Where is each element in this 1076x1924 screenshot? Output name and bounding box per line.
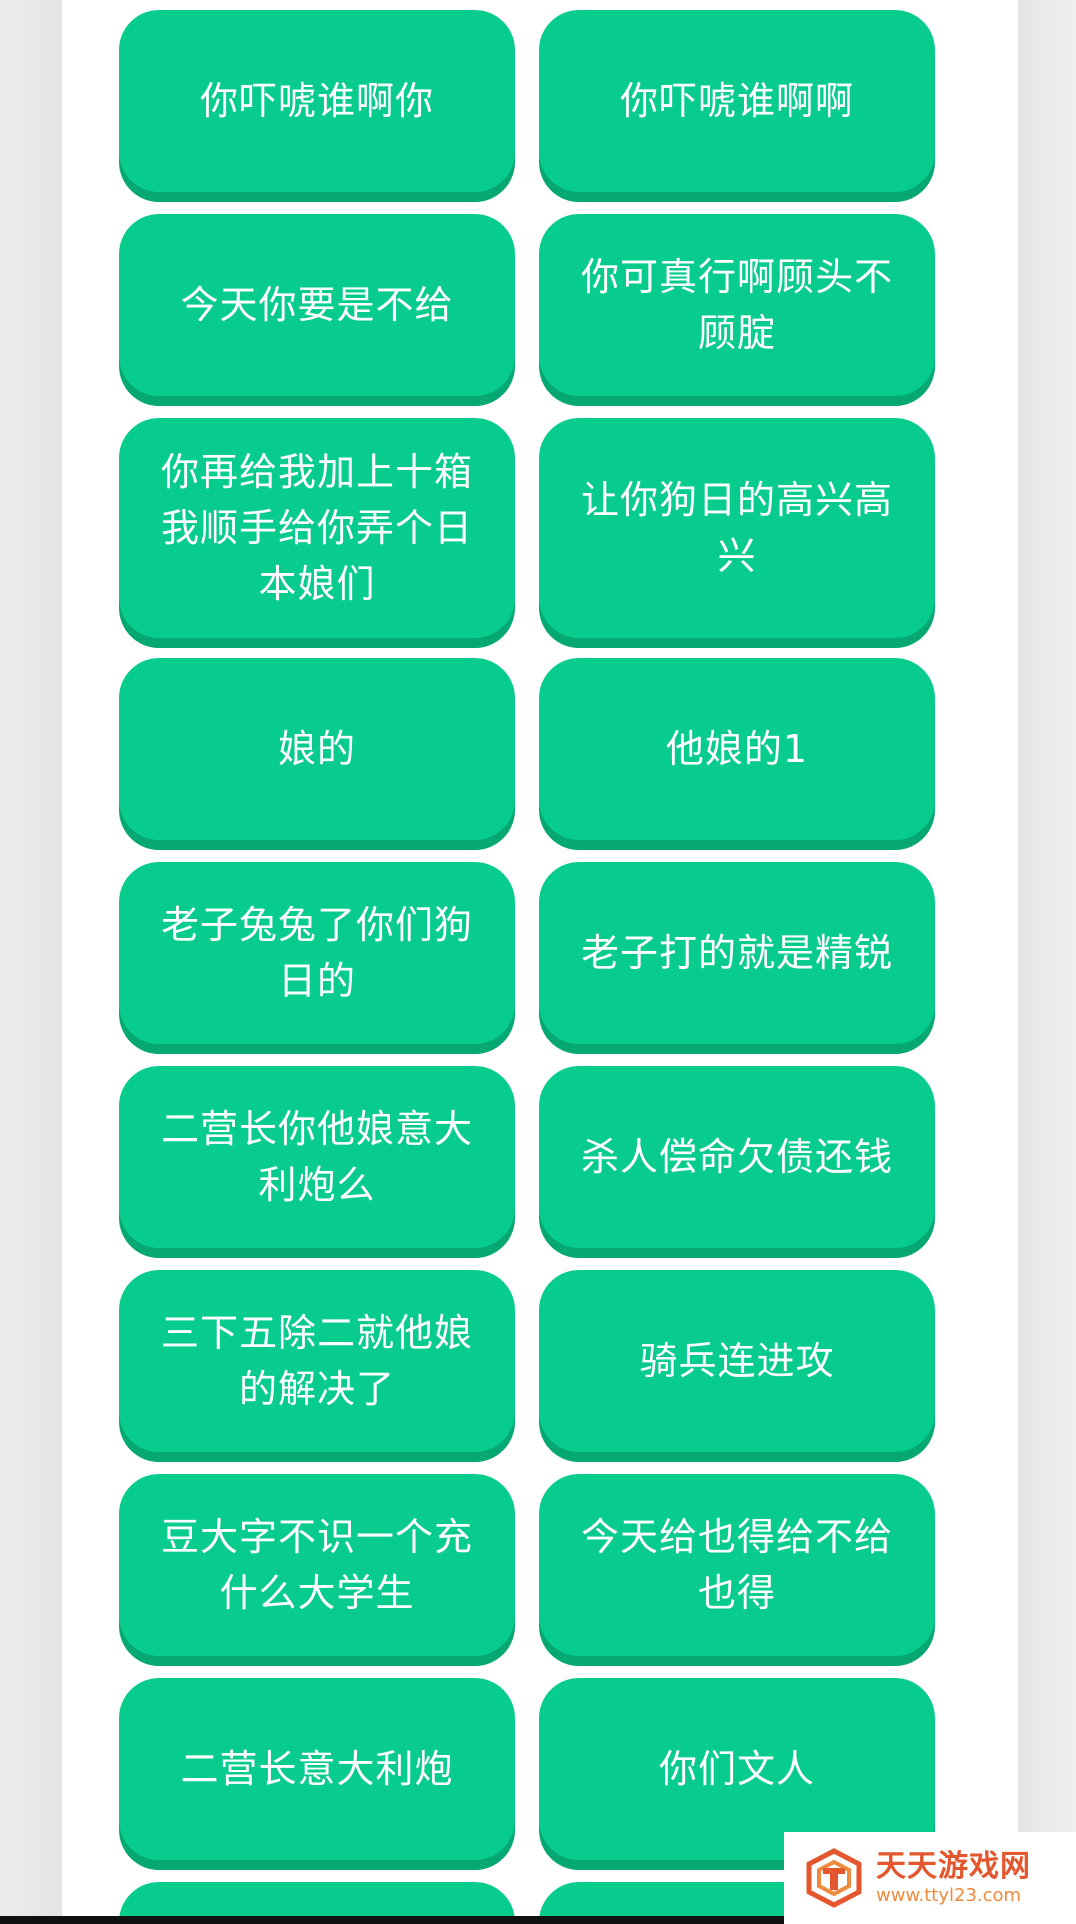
right-margin [1018,0,1076,1924]
sound-button[interactable]: 让你狗日的高兴高兴 [539,418,935,638]
sound-button-label: 娘的 [277,727,356,771]
sound-button[interactable]: 今天你要是不给 [119,214,515,396]
sound-button[interactable]: 你吓唬谁啊啊 [539,10,935,192]
sound-button[interactable]: 三下五除二就他娘的解决了 [119,1270,515,1452]
sound-button-label: 老子打的就是精锐 [580,931,893,975]
sound-button-label: 老子兔兔了你们狗日的 [160,903,473,1003]
sound-button[interactable]: 今天给也得给不给也得 [539,1474,935,1656]
sound-button-label: 今天你要是不给 [180,283,454,327]
sound-button-label: 三下五除二就他娘的解决了 [160,1311,473,1411]
sound-button[interactable]: 骑兵连进攻 [539,1270,935,1452]
sound-button-label: 骑兵连进攻 [639,1339,835,1383]
left-margin [0,0,62,1924]
watermark: 天天游戏网 www.ttyl23.com [784,1832,1076,1924]
sound-button-label: 二营长意大利炮 [180,1747,454,1791]
sound-button-label: 你吓唬谁啊啊 [619,79,854,123]
sound-button-label: 你吓唬谁啊你 [199,79,434,123]
sound-button-label: 豆大字不识一个充什么大学生 [160,1515,473,1615]
sound-button-label: 让你狗日的高兴高兴 [580,478,893,578]
sound-button-label: 二营长你他娘意大利炮么 [160,1107,473,1207]
sound-button-label: 你再给我加上十箱我顺手给你弄个日本娘们 [160,450,473,606]
sound-button[interactable]: 你再给我加上十箱我顺手给你弄个日本娘们 [119,418,515,638]
sound-button[interactable]: 豆大字不识一个充什么大学生 [119,1474,515,1656]
sound-button[interactable]: 二营长意大利炮 [119,1678,515,1860]
sound-button[interactable]: 你吓唬谁啊你 [119,10,515,192]
sound-button-label: 他娘的1 [665,727,809,771]
sound-button[interactable]: 杀人偿命欠债还钱 [539,1066,935,1248]
sound-button[interactable]: 二营长你他娘意大利炮么 [119,1066,515,1248]
watermark-title: 天天游戏网 [876,1849,1031,1884]
sound-button-label: 今天给也得给不给也得 [580,1515,893,1615]
sound-button[interactable]: 你可真行啊顾头不顾腚 [539,214,935,396]
sound-button-label: 你可真行啊顾头不顾腚 [580,255,893,355]
sound-button[interactable]: 娘的 [119,658,515,840]
sound-button[interactable]: 老子打的就是精锐 [539,862,935,1044]
sound-button[interactable]: 老子兔兔了你们狗日的 [119,862,515,1044]
sound-button[interactable]: 他娘的1 [539,658,935,840]
watermark-url: www.ttyl23.com [876,1885,1022,1906]
site-logo-icon [806,1848,862,1908]
sound-button-label: 杀人偿命欠债还钱 [580,1135,893,1179]
sound-button-label: 你们文人 [658,1747,815,1791]
